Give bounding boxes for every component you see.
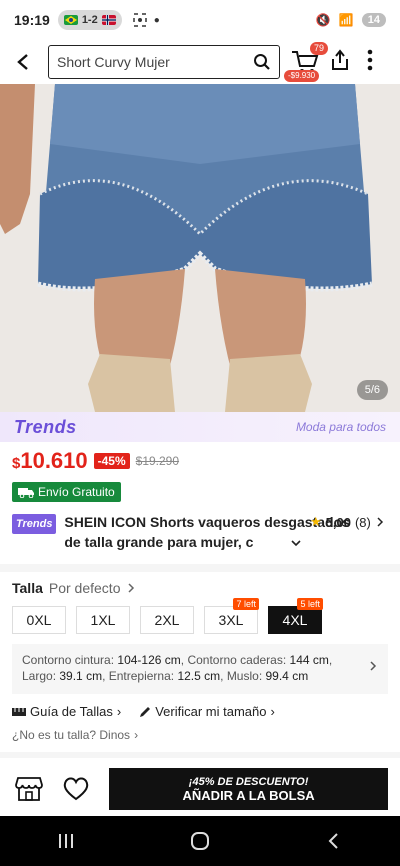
heart-icon xyxy=(64,777,89,801)
discount-badge: -45% xyxy=(93,453,130,469)
trends-chip: Trends xyxy=(12,514,57,534)
recent-apps-icon[interactable] xyxy=(56,832,76,850)
sim-indicator: 1-2 xyxy=(57,10,122,30)
rating-value: 5,00 xyxy=(325,514,351,530)
add-to-bag-label: AÑADIR A LA BOLSA xyxy=(182,787,315,803)
screenshot-icon xyxy=(132,13,147,27)
status-time: 19:19 xyxy=(14,12,50,28)
mute-icon: 🔇 xyxy=(315,13,331,27)
dot-icon: ● xyxy=(153,14,160,26)
verify-size-link[interactable]: Verificar mi tamaño › xyxy=(139,704,275,719)
denim-shorts-illustration xyxy=(0,84,400,412)
search-query: Short Curvy Mujer xyxy=(57,54,170,70)
chevron-right-icon xyxy=(128,583,135,593)
size-label: Talla xyxy=(12,580,43,596)
store-button[interactable] xyxy=(12,772,46,806)
size-measurements[interactable]: Contorno cintura: 104-126 cm, Contorno c… xyxy=(12,644,388,694)
sim-label: 1-2 xyxy=(81,14,98,26)
add-to-bag-button[interactable]: ¡45% DE DESCUENTO! AÑADIR A LA BOLSA xyxy=(109,768,388,810)
size-header[interactable]: Talla Por defecto xyxy=(12,580,136,596)
chevron-right-icon xyxy=(370,661,377,671)
search-icon[interactable] xyxy=(253,53,271,71)
size-option-selected[interactable]: 4XL 5 left xyxy=(268,598,323,634)
share-icon xyxy=(332,49,348,70)
cart-savings-badge: -$9.930 xyxy=(284,70,320,82)
free-shipping-badge: Envío Gratuito xyxy=(12,482,121,502)
brazil-flag-icon xyxy=(63,15,78,25)
trends-tagline: Moda para todos xyxy=(295,420,386,434)
free-shipping-label: Envío Gratuito xyxy=(38,485,115,499)
size-sort: Por defecto xyxy=(48,580,121,596)
back-button[interactable] xyxy=(10,48,38,76)
status-icons: 🔇 📶 14 xyxy=(316,13,386,27)
review-count: (8) xyxy=(354,514,371,530)
original-price: $19.290 xyxy=(135,454,180,468)
rating-summary[interactable]: ★ 5,00 (8) xyxy=(310,514,385,530)
battery-badge: 14 xyxy=(361,13,386,27)
pencil-icon xyxy=(140,706,151,717)
product-image[interactable]: 5/6 xyxy=(0,84,400,412)
home-icon[interactable] xyxy=(189,830,211,852)
size-options: 0XL 1XL 2XL 3XL 7 left 4XL 5 left xyxy=(12,598,323,634)
chevron-right-icon: › xyxy=(270,704,275,719)
back-nav-icon[interactable] xyxy=(324,831,344,851)
cart-count-badge: 79 xyxy=(309,42,328,55)
more-options-button[interactable] xyxy=(366,48,380,74)
wifi-icon: 📶 xyxy=(338,13,354,27)
stock-badge: 5 left xyxy=(297,598,323,610)
size-option[interactable]: 3XL 7 left xyxy=(204,598,259,634)
cart-button[interactable]: 79 -$9.930 xyxy=(284,42,328,82)
chevron-down-icon[interactable] xyxy=(290,537,302,549)
ruler-icon xyxy=(12,707,26,716)
chevron-right-icon: › xyxy=(116,704,122,719)
wishlist-button[interactable] xyxy=(60,772,94,806)
section-divider xyxy=(0,564,400,572)
trends-banner[interactable]: Trends Moda para todos xyxy=(0,412,400,442)
system-nav-bar xyxy=(0,816,400,866)
stock-badge: 7 left xyxy=(233,598,259,610)
norway-flag-icon xyxy=(101,15,116,25)
size-links: Guía de Tallas › Verificar mi tamaño › xyxy=(12,704,275,719)
search-input[interactable]: Short Curvy Mujer xyxy=(48,45,280,79)
chevron-right-icon xyxy=(377,517,383,527)
size-option[interactable]: 0XL xyxy=(12,606,66,634)
image-counter: 5/6 xyxy=(356,380,388,400)
size-option[interactable]: 2XL xyxy=(140,606,194,634)
chevron-right-icon: › xyxy=(134,728,139,742)
sale-price: $10.610 xyxy=(12,448,88,473)
store-icon xyxy=(14,777,43,801)
search-header: Short Curvy Mujer 79 -$9.930 xyxy=(0,40,400,84)
section-divider xyxy=(0,752,400,758)
bottom-action-bar: ¡45% DE DESCUENTO! AÑADIR A LA BOLSA xyxy=(0,766,400,812)
more-vertical-icon xyxy=(367,49,373,71)
share-button[interactable] xyxy=(328,48,354,74)
price-row: $10.610 -45% $19.290 xyxy=(12,448,179,474)
size-guide-link[interactable]: Guía de Tallas › xyxy=(12,704,121,719)
size-option[interactable]: 1XL xyxy=(76,606,130,634)
star-icon: ★ xyxy=(310,514,322,529)
trends-logo: Trends xyxy=(14,416,77,437)
back-arrow-icon xyxy=(17,54,28,70)
promo-label: ¡45% DE DESCUENTO! xyxy=(188,775,309,788)
status-bar: 19:19 1-2 ● 🔇 📶 14 xyxy=(0,0,400,40)
truck-icon xyxy=(18,488,34,498)
size-feedback-link[interactable]: ¿No es tu talla? Dinos › xyxy=(12,728,138,742)
